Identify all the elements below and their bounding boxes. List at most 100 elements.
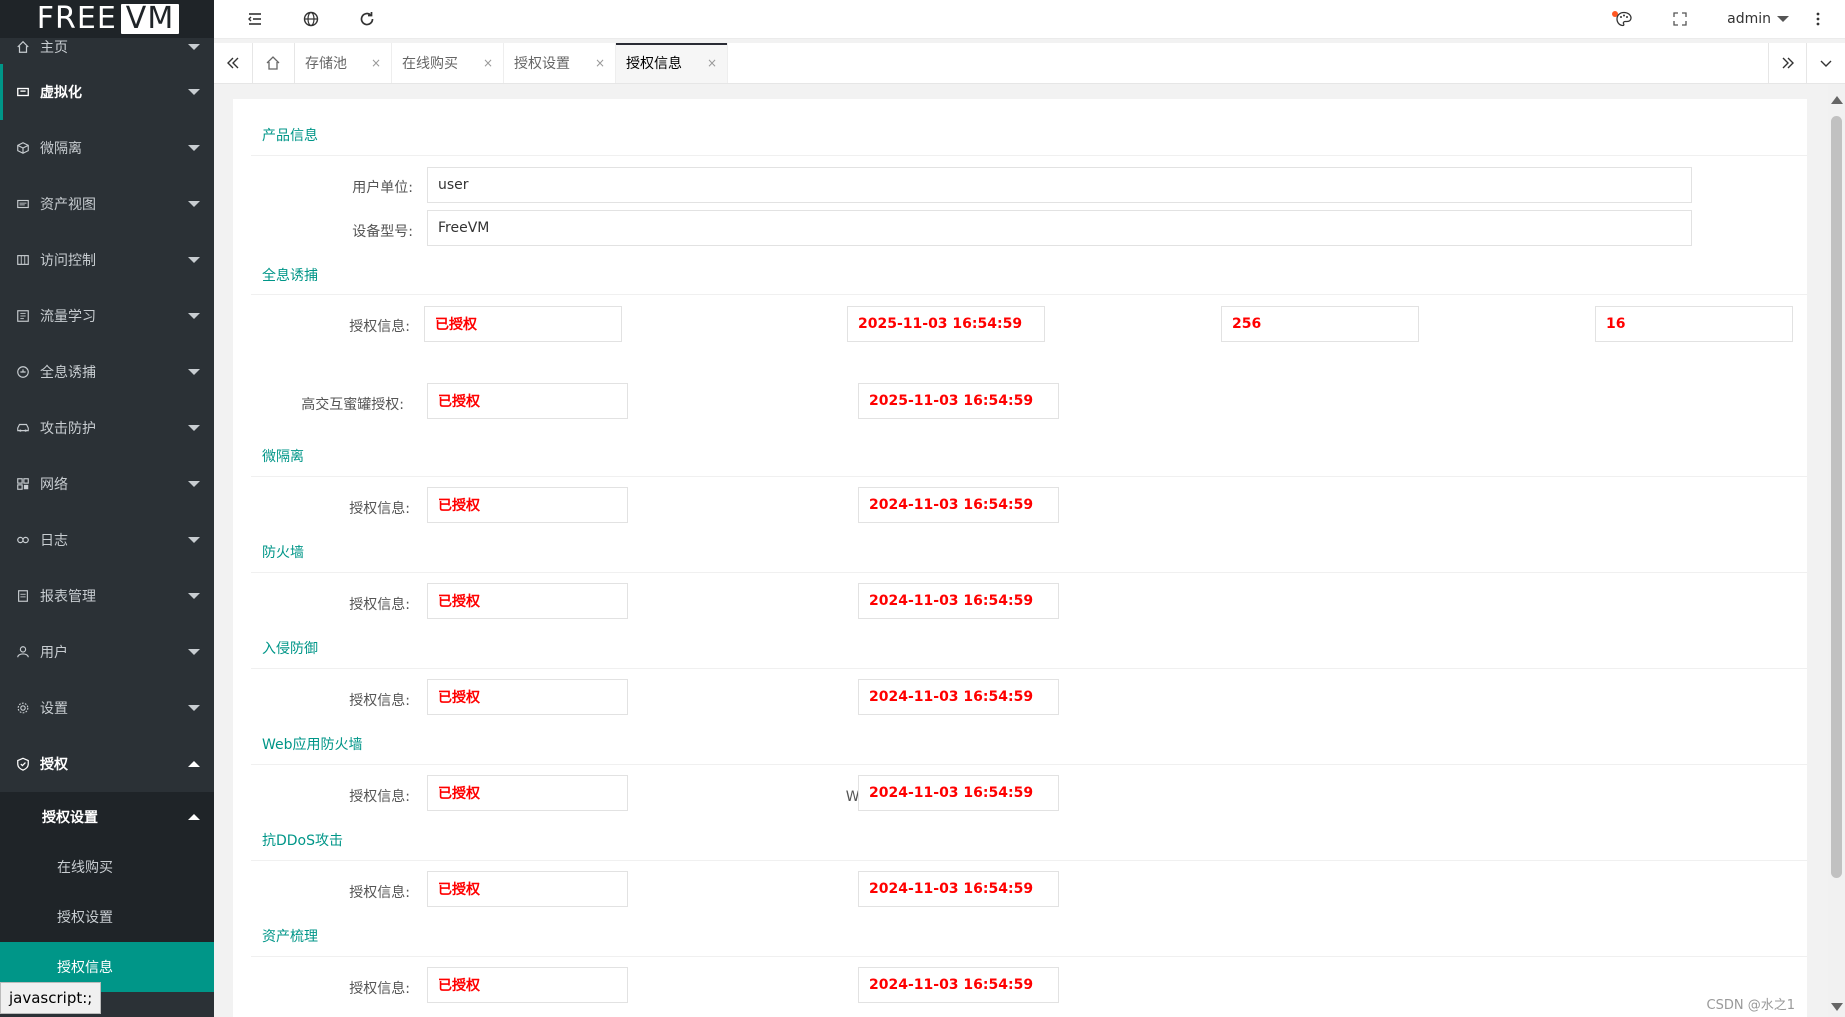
close-icon[interactable]: × [707,56,717,70]
theme-button[interactable] [1614,9,1634,29]
auth-info-label: 授权信息: [349,501,410,517]
auth-expire-field[interactable]: 2024-11-03 16:54:59 [858,487,1059,523]
sidebar-subgroup-auth-settings[interactable]: 授权设置 [0,792,214,842]
tab-label: 存储池 [305,56,347,72]
sidebar-item-holographic-trap[interactable]: 全息诱捕 [0,344,214,400]
section-title-product: 产品信息 [262,128,318,144]
chevron-down-icon [188,593,200,599]
section-divider [251,476,1807,477]
scroll-up-arrow-icon[interactable] [1831,96,1843,104]
sidebar-item-log[interactable]: 日志 [0,512,214,568]
tab-storage-pool[interactable]: 存储池 × [295,43,392,83]
close-icon[interactable]: × [483,56,493,70]
tabs-scroll-right-button[interactable] [1768,43,1807,83]
section-divider [251,572,1807,573]
fullscreen-button[interactable] [1670,9,1690,29]
sidebar-item-label: 流量学习 [40,309,96,325]
menu-toggle-button[interactable] [245,9,265,29]
more-button[interactable] [1808,9,1828,29]
user-name: admin [1727,11,1771,27]
sidebar-item-attack-protection[interactable]: 攻击防护 [0,400,214,456]
sidebar-item-label: 微隔离 [40,141,82,157]
auth-info-field[interactable]: 已授权 [427,679,628,715]
user-unit-label: 用户单位: [352,180,413,196]
side-menu: 主页 虚拟化 微隔离 资产视图 访问控制 流量学习 全息诱捕 攻击防护 网络 日… [0,30,214,792]
sidebar-item-settings[interactable]: 设置 [0,680,214,736]
hi-honeypot-expire-field[interactable]: 2025-11-03 16:54:59 [858,383,1059,419]
sidebar-item-access-control[interactable]: 访问控制 [0,232,214,288]
device-model-field[interactable]: FreeVM [427,210,1692,246]
scrollbar-thumb[interactable] [1831,116,1842,878]
honeypot-expire-field[interactable]: 2025-11-03 16:54:59 [847,306,1045,342]
sidebar-item-home[interactable]: 主页 [0,30,214,64]
chevron-down-icon [188,257,200,263]
user-menu[interactable]: admin [1727,0,1789,38]
tab-online-purchase[interactable]: 在线购买 × [392,43,504,83]
section-divider [251,764,1807,765]
cube-icon [16,141,30,155]
sidebar-item-label: 设置 [40,701,68,717]
sidebar-item-users[interactable]: 用户 [0,624,214,680]
honeypot-vlan-field[interactable]: 16 [1595,306,1793,342]
sidebar-item-label: 授权 [40,757,68,773]
section-divider [251,956,1807,957]
auth-info-label: 授权信息: [349,693,410,709]
honeypot-count-field[interactable]: 256 [1221,306,1419,342]
sidebar-subitem-online-purchase[interactable]: 在线购买 [0,842,214,892]
auth-expire-field[interactable]: 2024-11-03 16:54:59 [858,967,1059,1003]
globe-button[interactable] [301,9,321,29]
sidebar-item-micro-isolation[interactable]: 微隔离 [0,120,214,176]
auth-expire-field[interactable]: 2024-11-03 16:54:59 [858,775,1059,811]
tab-label: 授权设置 [514,56,570,72]
sidebar-item-label: 攻击防护 [40,421,96,437]
sidebar-item-label: 访问控制 [40,253,96,269]
auth-info-field[interactable]: 已授权 [427,967,628,1003]
auth-info-field[interactable]: 已授权 [427,775,628,811]
sidebar-item-reports[interactable]: 报表管理 [0,568,214,624]
sidebar-item-network[interactable]: 网络 [0,456,214,512]
section-title: 入侵防御 [262,641,318,657]
auth-info-field[interactable]: 已授权 [427,871,628,907]
user-unit-field[interactable]: user [427,167,1692,203]
sidebar: FREE VM 主页 虚拟化 微隔离 资产视图 访问控制 流量学习 全息诱捕 攻… [0,0,214,1017]
flow-icon [16,309,30,323]
honeypot-auth-field[interactable]: 已授权 [424,306,622,342]
section-title: 微隔离 [262,449,304,465]
status-bar-url: javascript:; [0,982,102,1014]
sidebar-item-virtualization[interactable]: 虚拟化 [0,64,214,120]
home-icon [266,56,280,70]
section-title: 资产梳理 [262,929,318,945]
tab-auth-settings[interactable]: 授权设置 × [504,43,616,83]
sidebar-item-asset-view[interactable]: 资产视图 [0,176,214,232]
tab-auth-info[interactable]: 授权信息 × [616,43,728,83]
chevron-down-icon [188,537,200,543]
scroll-down-arrow-icon[interactable] [1831,1003,1843,1011]
auth-expire-field[interactable]: 2024-11-03 16:54:59 [858,679,1059,715]
tabs-scroll-left-button[interactable] [214,43,253,83]
scrollbar[interactable] [1828,84,1845,1017]
auth-expire-field[interactable]: 2024-11-03 16:54:59 [858,583,1059,619]
tab-home[interactable] [252,43,295,83]
sidebar-item-authorization[interactable]: 授权 [0,736,214,792]
auth-info-field[interactable]: 已授权 [427,487,628,523]
sidebar-item-label: 报表管理 [40,589,96,605]
close-icon[interactable]: × [371,56,381,70]
tabs-dropdown-button[interactable] [1806,43,1845,83]
watermark: CSDN @水之1 [1706,998,1795,1013]
link-icon [16,533,30,547]
sidebar-item-label: 网络 [40,477,68,493]
auth-expire-field[interactable]: 2024-11-03 16:54:59 [858,871,1059,907]
auth-info-label: 授权信息: [349,885,410,901]
close-icon[interactable]: × [595,56,605,70]
refresh-button[interactable] [357,9,377,29]
section-title: 抗DDoS攻击 [262,833,344,849]
chevron-down-icon [1820,60,1832,67]
server-icon [16,85,30,99]
hi-honeypot-field[interactable]: 已授权 [427,383,628,419]
sidebar-item-traffic-learning[interactable]: 流量学习 [0,288,214,344]
auth-info-field[interactable]: 已授权 [427,583,628,619]
sidebar-subitem-auth-settings[interactable]: 授权设置 [0,892,214,942]
section-title-honeypot: 全息诱捕 [262,268,318,284]
sidebar-subgroup-label: 授权设置 [42,810,98,826]
sidebar-item-label: 虚拟化 [40,85,82,101]
